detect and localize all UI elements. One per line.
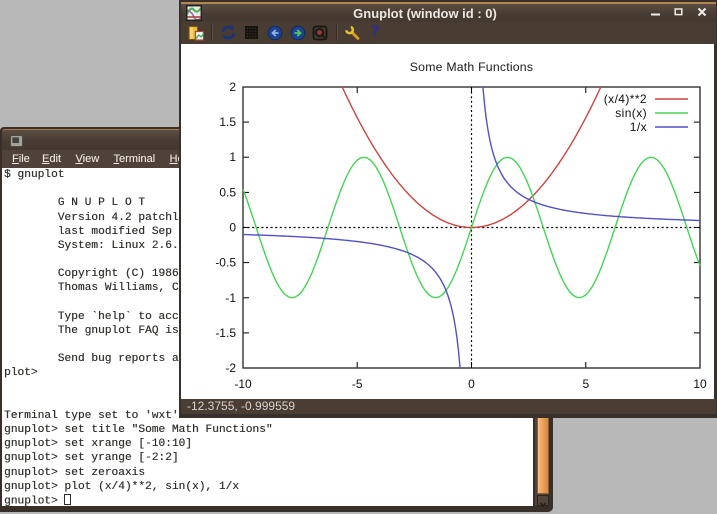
svg-text:-10: -10 bbox=[234, 377, 252, 391]
svg-text:Some Math Functions: Some Math Functions bbox=[410, 60, 533, 74]
svg-text:0: 0 bbox=[468, 377, 475, 391]
svg-text:-1: -1 bbox=[225, 291, 236, 305]
svg-text:-0.5: -0.5 bbox=[215, 256, 236, 270]
svg-text:-2: -2 bbox=[225, 361, 236, 375]
svg-text:1.5: 1.5 bbox=[219, 115, 236, 129]
svg-text:10: 10 bbox=[693, 377, 707, 391]
svg-text:1: 1 bbox=[229, 150, 236, 164]
svg-text:1/x: 1/x bbox=[630, 120, 647, 134]
svg-text:0.5: 0.5 bbox=[219, 185, 236, 199]
svg-text:5: 5 bbox=[582, 377, 589, 391]
svg-text:-1.5: -1.5 bbox=[215, 326, 236, 340]
svg-text:-5: -5 bbox=[352, 377, 363, 391]
svg-text:(x/4)**2: (x/4)**2 bbox=[604, 92, 647, 106]
svg-text:0: 0 bbox=[229, 221, 236, 235]
svg-text:2: 2 bbox=[229, 80, 236, 94]
svg-text:sin(x): sin(x) bbox=[615, 106, 647, 120]
